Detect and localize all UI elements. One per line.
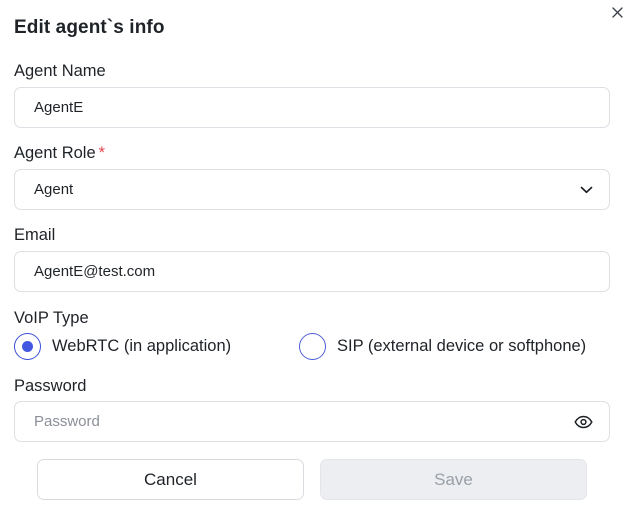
- email-input[interactable]: [34, 263, 590, 280]
- agent-name-label: Agent Name: [14, 62, 106, 80]
- radio-unselected-icon[interactable]: [299, 333, 326, 360]
- password-input[interactable]: [34, 413, 590, 430]
- save-button[interactable]: Save: [320, 459, 587, 500]
- agent-role-label-text: Agent Role: [14, 144, 96, 162]
- agent-name-input[interactable]: [34, 99, 590, 116]
- chevron-down-icon: [580, 186, 593, 194]
- radio-selected-icon[interactable]: [14, 333, 41, 360]
- cancel-button[interactable]: Cancel: [37, 459, 304, 500]
- agent-role-label: Agent Role *: [14, 144, 105, 163]
- voip-option-sip-label: SIP (external device or softphone): [337, 337, 587, 355]
- close-icon[interactable]: [608, 3, 626, 21]
- password-label: Password: [14, 377, 87, 395]
- required-asterisk: *: [98, 144, 106, 162]
- voip-option-webrtc-label: WebRTC (in application): [52, 337, 232, 355]
- voip-type-label: VoIP Type: [14, 309, 89, 327]
- eye-icon[interactable]: [574, 415, 593, 428]
- agent-name-field[interactable]: [14, 87, 610, 128]
- agent-role-select[interactable]: Agent: [14, 169, 610, 210]
- dialog-title: Edit agent`s info: [14, 17, 165, 38]
- password-field[interactable]: [14, 401, 610, 442]
- voip-option-webrtc[interactable]: WebRTC (in application): [14, 333, 231, 360]
- edit-agent-dialog: Edit agent`s info Agent Name Agent Role*…: [0, 0, 635, 514]
- email-field[interactable]: [14, 251, 610, 292]
- agent-role-value: Agent: [34, 181, 74, 198]
- voip-option-sip[interactable]: SIP (external device or softphone): [299, 333, 586, 360]
- email-label: Email: [14, 226, 56, 244]
